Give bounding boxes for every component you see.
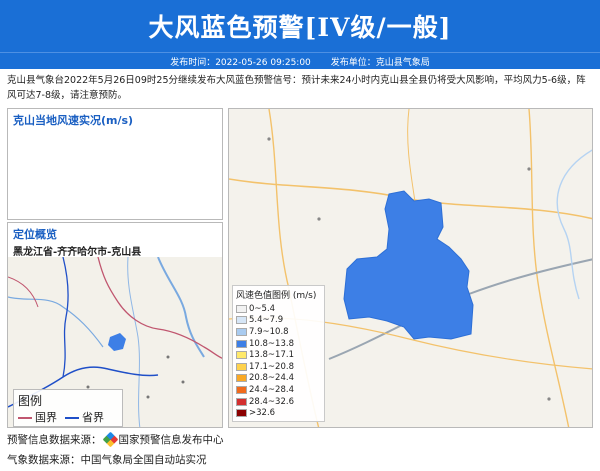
city-dot: [181, 380, 185, 384]
wind-legend-swatch: [236, 351, 247, 360]
legend-province-border-label: 省界: [82, 411, 104, 424]
wind-legend-label: 0~5.4: [249, 303, 276, 314]
town-dot: [267, 137, 271, 141]
warning-title: 大风蓝色预警[IV级/一般]: [148, 13, 452, 42]
overview-map-legend: 图例 国界 省界: [13, 389, 123, 427]
publish-time: 发布时间：2022-05-26 09:25:00: [170, 57, 311, 68]
wind-speed-legend: 风速色值图例 (m/s) 0~5.4 5.4~7.9 7.9~10.8 10.8~13…: [232, 285, 325, 422]
wind-legend-swatch: [236, 304, 247, 313]
town-dot: [527, 167, 531, 171]
city-dot: [146, 395, 150, 399]
wind-speed-panel-title: 克山当地风速实况(m/s): [13, 114, 134, 127]
wind-legend-swatch: [236, 362, 247, 371]
province-border-swatch: [65, 417, 79, 419]
wind-legend-label: 5.4~7.9: [249, 315, 284, 326]
wind-legend-swatch: [236, 374, 247, 383]
town-dot: [547, 397, 551, 401]
wind-legend-row: 20.8~24.4: [236, 373, 321, 385]
wind-legend-label: 7.9~10.8: [249, 326, 289, 337]
warning-source-label: 预警信息数据来源：: [7, 434, 102, 446]
city-dot: [166, 355, 170, 359]
wind-legend-swatch: [236, 316, 247, 325]
wind-legend-title: 风速色值图例 (m/s): [236, 291, 317, 301]
weather-source-line: 气象数据来源：中国气象局全国自动站实况: [7, 452, 207, 467]
location-panel-title: 定位概览: [13, 228, 57, 241]
wind-legend-row: 7.9~10.8: [236, 326, 321, 338]
wind-legend-label: >32.6: [249, 408, 276, 419]
wind-legend-row: 24.4~28.4: [236, 384, 321, 396]
warning-center-logo-icon: [102, 431, 118, 448]
legend-province-border: 省界: [65, 409, 104, 425]
location-overview-panel: 定位概览 黑龙江省-齐齐哈尔市-克山县 图例 国界 省界: [7, 222, 223, 428]
wind-legend-label: 28.4~32.6: [249, 396, 294, 407]
wind-legend-swatch: [236, 327, 247, 336]
wind-legend-label: 24.4~28.4: [249, 384, 294, 395]
publish-info-bar: 发布时间：2022-05-26 09:25:00 发布单位：克山县气象局: [0, 52, 600, 69]
overview-legend-title: 图例: [18, 394, 43, 408]
wind-legend-label: 13.8~17.1: [249, 350, 294, 361]
warning-title-banner: 大风蓝色预警[IV级/一般]: [0, 0, 600, 52]
wind-legend-label: 17.1~20.8: [249, 361, 294, 372]
wind-legend-row: 17.1~20.8: [236, 361, 321, 373]
warning-description: 克山县气象台2022年5月26日09时25分继续发布大风蓝色预警信号：预计未来2…: [7, 75, 586, 101]
wind-legend-label: 10.8~13.8: [249, 338, 294, 349]
wind-legend-swatch: [236, 339, 247, 348]
wind-legend-row: 13.8~17.1: [236, 349, 321, 361]
publisher: 发布单位：克山县气象局: [330, 57, 430, 68]
wind-legend-row: 0~5.4: [236, 303, 321, 315]
warning-source-line: 预警信息数据来源： 国家预警信息发布中心: [7, 431, 224, 448]
warning-source-name[interactable]: 国家预警信息发布中心: [119, 432, 224, 447]
wind-legend-swatch: [236, 385, 247, 394]
wind-legend-row: 5.4~7.9: [236, 315, 321, 327]
wind-legend-row: >32.6: [236, 407, 321, 419]
wind-legend-row: 10.8~13.8: [236, 338, 321, 350]
wind-speed-panel: 克山当地风速实况(m/s): [7, 108, 223, 220]
town-dot: [317, 217, 321, 221]
weather-source: 气象数据来源：中国气象局全国自动站实况: [7, 454, 207, 466]
wind-legend-swatch: [236, 409, 247, 418]
legend-national-border-label: 国界: [35, 411, 57, 424]
wind-legend-row: 28.4~32.6: [236, 396, 321, 408]
wind-legend-label: 20.8~24.4: [249, 373, 294, 384]
wind-legend-swatch: [236, 397, 247, 406]
national-border-swatch: [18, 417, 32, 419]
legend-national-border: 国界: [18, 409, 57, 425]
